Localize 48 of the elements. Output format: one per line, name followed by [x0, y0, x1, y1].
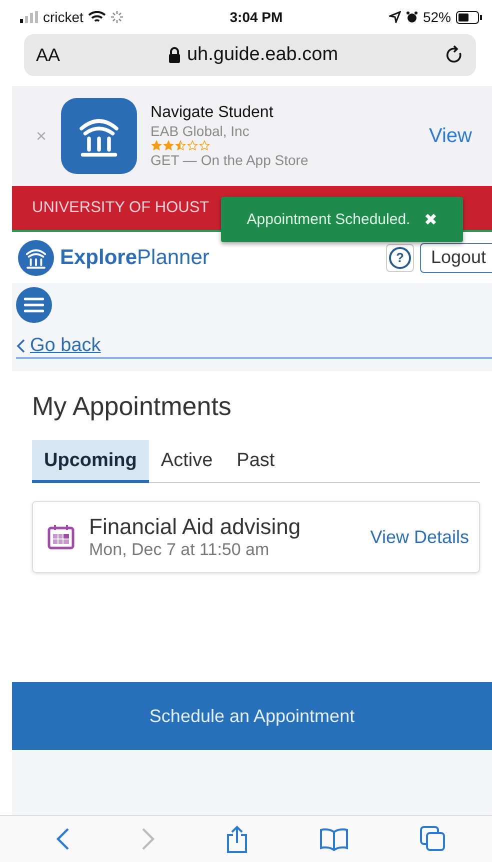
app-publisher: EAB Global, Inc: [150, 123, 250, 139]
reload-icon[interactable]: [446, 45, 464, 65]
tabs-icon[interactable]: [420, 826, 446, 852]
planner-logo-icon: [18, 240, 54, 276]
calendar-icon: [47, 524, 75, 550]
logout-button[interactable]: Logout: [420, 242, 492, 272]
close-toast-button[interactable]: ✖: [424, 210, 438, 230]
app-store-text: GET — On the App Store: [150, 152, 310, 168]
view-link[interactable]: View: [429, 124, 472, 148]
chevron-left-icon: [16, 338, 26, 354]
loading-icon: [111, 11, 124, 23]
signal-icon: [20, 11, 38, 23]
bookmarks-icon[interactable]: [319, 827, 350, 851]
app-icon: [60, 98, 137, 174]
toast-message: Appointment Scheduled.: [246, 211, 410, 228]
battery-percent: 52%: [422, 9, 451, 25]
text-size-button[interactable]: AA: [36, 44, 60, 66]
clock-time: 3:04 PM: [230, 9, 283, 25]
location-arrow-icon: [388, 11, 401, 23]
star-icon: [162, 140, 174, 151]
star-icon: [174, 140, 186, 151]
view-details-link[interactable]: View Details: [370, 526, 469, 548]
address-bar[interactable]: AA uh.guide.eab.com: [24, 34, 476, 76]
star-icon: [186, 140, 198, 151]
url-text: uh.guide.eab.com: [186, 44, 338, 66]
tab[interactable]: Upcoming: [32, 440, 149, 483]
app-name: Navigate Student: [150, 104, 274, 122]
carrier-name: cricket: [43, 9, 84, 25]
share-icon[interactable]: [226, 825, 248, 853]
menu-button[interactable]: [16, 287, 52, 323]
help-button[interactable]: ?: [386, 244, 414, 272]
battery-icon: [456, 10, 482, 24]
star-icon: [198, 140, 210, 151]
schedule-appointment-button[interactable]: Schedule an Appointment: [12, 682, 492, 750]
tab[interactable]: Active: [148, 440, 225, 483]
alarm-icon: [406, 11, 418, 23]
tab[interactable]: Past: [224, 440, 287, 483]
back-button[interactable]: [56, 827, 70, 851]
appointment-time: Mon, Dec 7 at 11:50 am: [89, 540, 270, 560]
brand-name: ExplorePlanner: [60, 246, 210, 270]
go-back-link[interactable]: Go back: [16, 335, 492, 359]
wifi-icon: [88, 10, 106, 24]
star-icon: [150, 140, 162, 151]
university-name: UNIVERSITY OF HOUST: [32, 199, 210, 217]
appointment-title: Financial Aid advising: [89, 514, 302, 540]
menu-icon: [24, 297, 44, 313]
page-title: My Appointments: [32, 391, 232, 422]
lock-icon: [168, 47, 181, 63]
